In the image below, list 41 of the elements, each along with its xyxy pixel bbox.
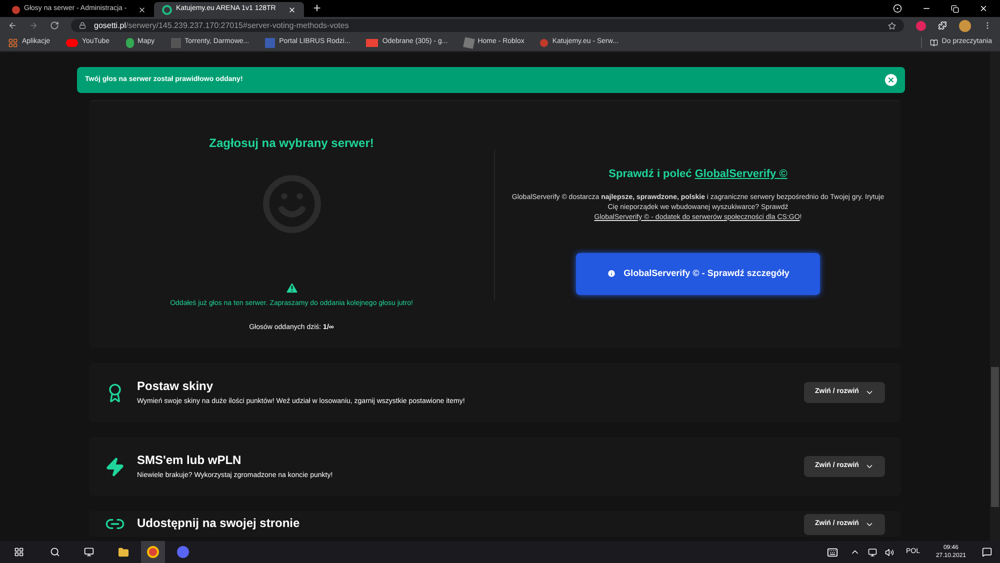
- info-icon: [606, 269, 616, 278]
- close-button[interactable]: [885, 74, 897, 86]
- notifications-icon[interactable]: [982, 547, 992, 557]
- apps-icon: [8, 38, 18, 48]
- chevron-down-icon: [864, 462, 874, 471]
- close-icon[interactable]: [138, 6, 146, 14]
- extensions-icon[interactable]: [938, 21, 947, 30]
- promo-heading: Sprawdź i poleć GlobalServerify ©: [608, 167, 788, 182]
- chevron-down-icon: [864, 520, 874, 529]
- site-icon: [170, 38, 181, 48]
- close-icon: [887, 76, 895, 84]
- site-icon: [162, 4, 172, 14]
- folder-icon[interactable]: [118, 546, 129, 558]
- back-icon[interactable]: [8, 21, 17, 30]
- globalserverify-button[interactable]: GlobalServerify © - Sprawdź szczegóły: [576, 252, 820, 294]
- bookmark-star-icon[interactable]: [888, 22, 896, 30]
- section-title: SMS'em lub wPLN: [137, 452, 242, 470]
- reload-icon[interactable]: [50, 21, 59, 30]
- volume-icon[interactable]: [884, 548, 894, 556]
- promo-heading-link[interactable]: GlobalServerify ©: [694, 168, 788, 180]
- lock-icon: [79, 22, 86, 29]
- reading-list-icon: [930, 38, 938, 46]
- site-icon: [12, 6, 20, 14]
- url-text: gosetti.pl/serwery/145.239.237.170:27015#server-voting-methods-votes: [94, 20, 349, 32]
- section-title: Udostępnij na swojej stronie: [137, 515, 301, 532]
- vote-heading: Zagłosuj na wybrany serwer!: [209, 135, 374, 152]
- avatar-icon[interactable]: [959, 20, 971, 32]
- warning-icon: [284, 281, 298, 295]
- lightning-icon: [105, 456, 125, 476]
- new-tab-icon[interactable]: [312, 3, 322, 13]
- keyboard-icon[interactable]: [826, 546, 838, 558]
- chevron-down-icon: [864, 388, 874, 397]
- forward-icon[interactable]: [29, 21, 38, 30]
- restore-icon[interactable]: [951, 5, 959, 13]
- site-icon: [540, 38, 548, 46]
- section-title: Postaw skiny: [137, 378, 214, 396]
- scrollbar-thumb[interactable]: [991, 367, 999, 507]
- site-icon: [462, 36, 475, 48]
- address-bar[interactable]: gosetti.pl/serwery/145.239.237.170:27015#server-voting-methods-votes: [71, 19, 904, 32]
- site-icon: [265, 38, 276, 48]
- search-icon[interactable]: [50, 547, 60, 557]
